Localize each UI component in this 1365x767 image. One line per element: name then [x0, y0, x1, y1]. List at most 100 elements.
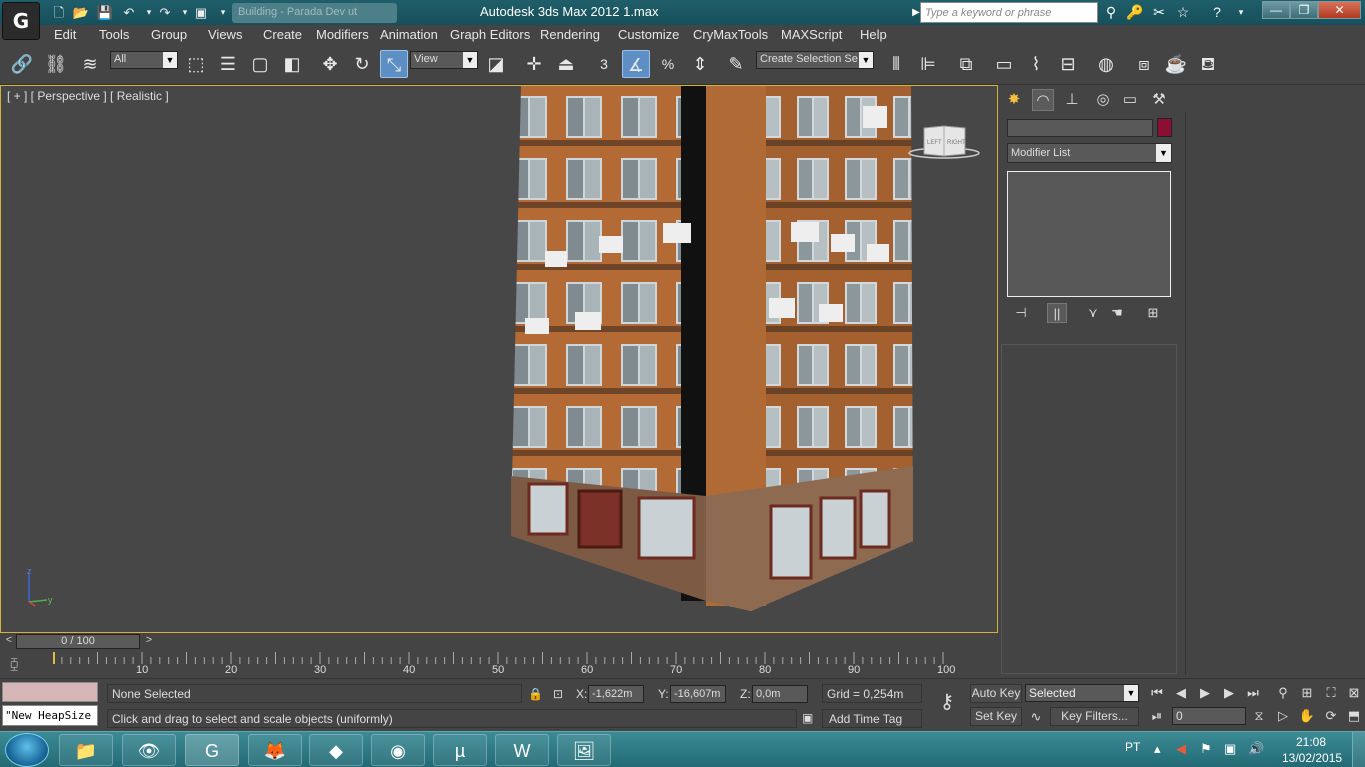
utilities-tab-icon[interactable]: ⚒ [1148, 89, 1170, 111]
menu-graph-editors[interactable]: Graph Editors [450, 27, 530, 42]
create-tab-icon[interactable]: ✸ [1003, 89, 1025, 111]
zoom-extents-all-icon[interactable]: ⊠ [1343, 683, 1365, 703]
clock-time[interactable]: 21:08 [1296, 735, 1326, 749]
curve-editor-icon[interactable]: ⌇ [1022, 50, 1050, 78]
menu-rendering[interactable]: Rendering [540, 27, 600, 42]
absolute-mode-transform-icon[interactable]: ⊡ [553, 687, 563, 701]
word-taskbar-icon[interactable]: W [495, 734, 549, 766]
hierarchy-tab-icon[interactable]: ⊥ [1061, 89, 1083, 111]
named-selection-dropdown[interactable]: Create Selection Se ▼ [756, 51, 874, 69]
mirror-icon[interactable]: ⫴ [882, 50, 910, 78]
viewcube-icon[interactable]: LEFT RIGHT [907, 124, 981, 160]
rendered-frame-window-icon[interactable]: ☕ [1162, 50, 1190, 78]
layer-manager-icon[interactable]: ⧉ [952, 50, 980, 78]
chrome-taskbar-icon[interactable]: ◉ [371, 734, 425, 766]
maximize-button[interactable]: ❐ [1290, 1, 1318, 19]
binoculars-icon[interactable]: ⚲ [1100, 3, 1122, 22]
menu-create[interactable]: Create [263, 27, 302, 42]
maxscript-mini-listener-input[interactable]: "New HeapSize [2, 705, 98, 726]
viewport-label[interactable]: [ + ] [ Perspective ] [ Realistic ] [7, 89, 169, 103]
current-frame-marker[interactable] [53, 652, 55, 664]
current-frame-field[interactable]: 0 [1172, 707, 1246, 725]
menu-tools[interactable]: Tools [99, 27, 129, 42]
utorrent-taskbar-icon[interactable]: µ [433, 734, 487, 766]
graphite-modeling-tools-icon[interactable]: ▭ [990, 50, 1018, 78]
3dsmax-taskbar-icon[interactable]: G [185, 734, 239, 766]
menu-crymaxtools[interactable]: CryMaxTools [693, 27, 768, 42]
file-explorer-taskbar-icon[interactable]: 📁 [59, 734, 113, 766]
selection-lock-icon[interactable]: 🔒 [528, 687, 543, 701]
object-color-swatch[interactable] [1157, 118, 1172, 137]
language-indicator[interactable]: PT [1125, 740, 1140, 754]
help-icon[interactable]: ? [1206, 3, 1228, 22]
menu-maxscript[interactable]: MAXScript [781, 27, 842, 42]
show-end-result-icon[interactable]: || [1047, 303, 1067, 323]
project-folder-icon[interactable]: ▣ [192, 4, 210, 21]
key-mode-toggle-icon[interactable]: ⏯ [1146, 706, 1168, 726]
z-coord-field[interactable]: 0,0m [752, 685, 808, 703]
snaps-toggle-icon[interactable]: 3 [590, 50, 618, 78]
volume-icon[interactable]: 🔊 [1248, 741, 1264, 757]
selection-filter-dropdown[interactable]: All ▼ [110, 51, 178, 69]
favorites-star-icon[interactable]: ☆ [1172, 3, 1194, 22]
maximize-viewport-toggle-icon[interactable]: ⬒ [1343, 706, 1365, 726]
orbit-icon[interactable]: ⟳ [1320, 706, 1342, 726]
isolate-selection-icon[interactable]: ▣ [802, 711, 813, 725]
select-and-link-icon[interactable]: 🔗 [8, 50, 36, 78]
set-key-button[interactable]: Set Key [970, 707, 1022, 726]
select-and-scale-icon[interactable]: ⤡ [380, 50, 408, 78]
show-hidden-icons-icon[interactable]: ▴ [1154, 741, 1161, 757]
subscription-key-icon[interactable]: 🔑 [1124, 3, 1146, 22]
windows-start-button[interactable] [5, 733, 49, 767]
add-time-tag-button[interactable]: Add Time Tag [822, 709, 922, 728]
track-bar[interactable]: ⧮ 10 20 30 40 50 60 70 80 90 100 [0, 650, 998, 678]
previous-frame-arrow-icon[interactable]: < [2, 634, 16, 649]
unlink-selection-icon[interactable]: ⛓ [42, 50, 70, 78]
open-file-icon[interactable]: 📂 [72, 4, 90, 21]
modify-tab-icon[interactable]: ◠ [1032, 89, 1054, 111]
keyboard-shortcut-override-icon[interactable]: ⏏ [552, 50, 580, 78]
edit-named-selection-icon[interactable]: ✎ [722, 50, 750, 78]
select-object-icon[interactable]: ⬚ [182, 50, 210, 78]
clock-date[interactable]: 13/02/2015 [1282, 751, 1342, 765]
play-icon[interactable]: ▶ [1194, 683, 1216, 703]
menu-customize[interactable]: Customize [618, 27, 679, 42]
close-button[interactable]: ✕ [1318, 1, 1361, 19]
menu-animation[interactable]: Animation [380, 27, 438, 42]
make-unique-icon[interactable]: ⋎ [1083, 303, 1103, 323]
menu-help[interactable]: Help [860, 27, 887, 42]
application-button[interactable]: G [2, 2, 40, 40]
minimize-button[interactable]: — [1262, 1, 1290, 19]
rectangular-selection-icon[interactable]: ▢ [246, 50, 274, 78]
time-slider-thumb[interactable]: 0 / 100 [16, 634, 140, 649]
go-to-end-icon[interactable]: ⏭ [1242, 683, 1264, 703]
menu-modifiers[interactable]: Modifiers [316, 27, 369, 42]
select-and-move-icon[interactable]: ✥ [316, 50, 344, 78]
spinner-snap-toggle-icon[interactable]: ⇕ [686, 50, 714, 78]
go-to-start-icon[interactable]: ⏮ [1146, 683, 1168, 703]
select-and-rotate-icon[interactable]: ↻ [348, 50, 376, 78]
firefox-taskbar-icon[interactable]: 🦊 [248, 734, 302, 766]
configure-modifier-sets-icon[interactable]: ⊞ [1143, 303, 1163, 323]
network-icon[interactable]: ▣ [1224, 741, 1236, 757]
percent-snap-toggle-icon[interactable]: % [654, 50, 682, 78]
save-file-icon[interactable]: 💾 [96, 4, 114, 21]
action-center-flag-icon[interactable]: ⚑ [1200, 741, 1212, 757]
zoom-extents-icon[interactable]: ⛶ [1320, 683, 1342, 703]
time-slider[interactable]: < 0 / 100 > [0, 633, 998, 650]
next-frame-icon[interactable]: ▶ [1218, 683, 1240, 703]
help-search-input[interactable]: Type a keyword or phrase [920, 2, 1098, 23]
object-name-field[interactable] [1007, 119, 1153, 137]
zoom-icon[interactable]: ⚲ [1272, 683, 1294, 703]
motion-tab-icon[interactable]: ◎ [1092, 89, 1114, 111]
pan-view-icon[interactable]: ✋ [1296, 706, 1318, 726]
remove-modifier-icon[interactable]: ☚ [1107, 303, 1127, 323]
new-file-icon[interactable]: 🗋 [50, 4, 68, 21]
key-filters-button[interactable]: Key Filters... [1050, 707, 1139, 726]
modifier-list-dropdown[interactable]: Modifier List ▼ [1007, 143, 1172, 163]
default-in-out-tangents-icon[interactable]: ∿ [1025, 707, 1047, 727]
align-icon[interactable]: ⊫ [914, 50, 942, 78]
select-and-manipulate-icon[interactable]: ✛ [520, 50, 548, 78]
display-tab-icon[interactable]: ▭ [1119, 89, 1141, 111]
menu-group[interactable]: Group [151, 27, 187, 42]
